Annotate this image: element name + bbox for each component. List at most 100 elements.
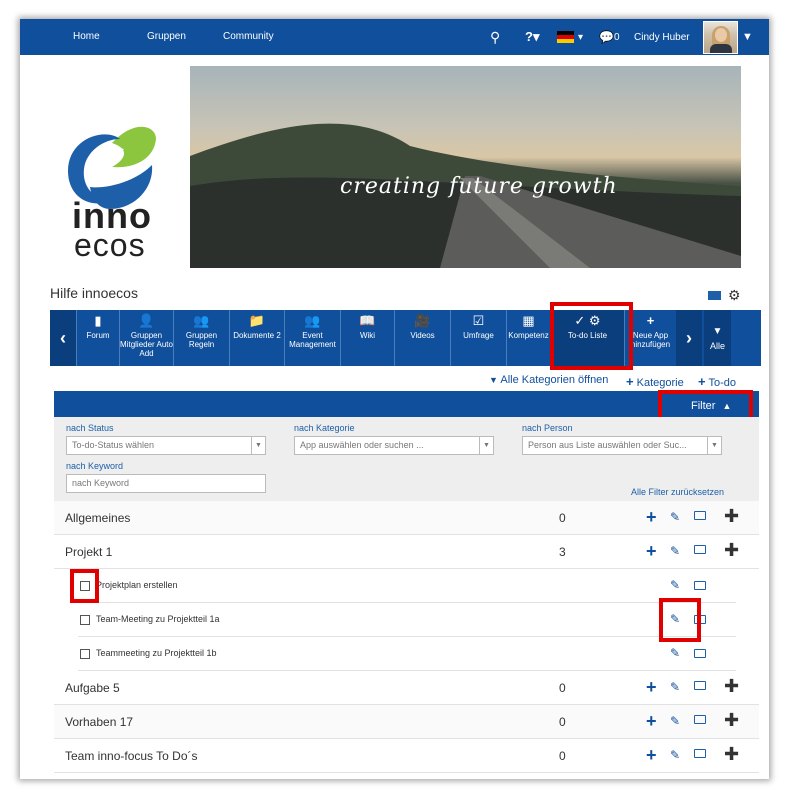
add-todo-label: To-do <box>708 377 736 389</box>
todo-row[interactable]: Teammeeting zu Projektteil 1b ✎ <box>78 637 736 671</box>
plus-icon[interactable]: + <box>646 711 657 732</box>
category-name: Team inno-focus To Do´s <box>65 749 198 763</box>
status-select[interactable]: To-do-Status wählen ▼ <box>66 436 266 455</box>
category-row[interactable]: Aufgabe 5 0 + ✎ ✚ <box>54 671 759 705</box>
chevron-left-icon[interactable]: ‹ <box>50 310 76 366</box>
pencil-icon[interactable]: ✎ <box>670 714 680 728</box>
help-icon[interactable]: ?▾ <box>525 19 539 55</box>
chevron-down-icon[interactable]: ▼ <box>742 19 753 55</box>
keyword-input[interactable]: nach Keyword <box>66 474 266 493</box>
banner-slogan: creating future growth <box>340 174 618 199</box>
category-count: 0 <box>559 715 566 729</box>
category-count: 0 <box>559 681 566 695</box>
group-icon: 👥 <box>193 313 210 328</box>
app-tile-dokumente[interactable]: 📁 Dokumente 2 <box>229 310 284 366</box>
highlight-checkbox <box>70 569 99 603</box>
move-icon[interactable]: ✚ <box>724 676 739 697</box>
todo-checkbox[interactable] <box>80 649 90 659</box>
category-name: Allgemeines <box>65 511 131 525</box>
plus-icon[interactable]: + <box>646 541 657 562</box>
banner-image: creating future growth <box>190 66 741 268</box>
category-name: Projekt 1 <box>65 545 113 559</box>
category-select[interactable]: App auswählen oder suchen ... ▼ <box>294 436 494 455</box>
pencil-icon[interactable]: ✎ <box>670 544 680 558</box>
app-tile-wiki[interactable]: 📖 Wiki <box>340 310 394 366</box>
folder-icon[interactable] <box>694 649 706 658</box>
plus-icon[interactable]: + <box>646 745 657 766</box>
app-window: Home Gruppen Community ⚲ ?▾ ▾ 💬 0 Cindy … <box>20 19 769 779</box>
pencil-icon[interactable]: ✎ <box>670 578 680 592</box>
folder-icon[interactable] <box>694 749 706 758</box>
app-tile-videos[interactable]: 🎥 Videos <box>394 310 450 366</box>
person-placeholder: Person aus Liste auswählen oder Suc... <box>528 440 687 450</box>
calendar-icon: ▦ <box>522 313 535 328</box>
app-tile-regeln[interactable]: 👥 Gruppen Regeln <box>173 310 229 366</box>
move-icon[interactable]: ✚ <box>724 540 739 561</box>
reset-filters-link[interactable]: Alle Filter zurücksetzen <box>631 487 724 497</box>
folder-icon[interactable] <box>694 545 706 554</box>
page-title: Hilfe innoecos <box>50 285 138 301</box>
app-label: Wiki <box>359 331 376 340</box>
app-tile-event[interactable]: 👥 Event Management <box>284 310 340 366</box>
folder-icon[interactable] <box>694 581 706 590</box>
language-flag-icon[interactable]: ▾ <box>557 19 583 55</box>
app-label: Videos <box>410 331 435 340</box>
pencil-icon[interactable]: ✎ <box>670 510 680 524</box>
app-tile-forum[interactable]: ▮ Forum <box>76 310 119 366</box>
mail-icon[interactable] <box>708 291 721 300</box>
plus-icon[interactable]: + <box>646 507 657 528</box>
all-apps-button[interactable]: ▼ Alle <box>704 310 731 366</box>
book-icon: 📖 <box>359 313 376 328</box>
pencil-icon[interactable]: ✎ <box>670 748 680 762</box>
folder-icon[interactable] <box>694 681 706 690</box>
app-label: Umfrage <box>463 331 494 340</box>
app-label: Kompetenz <box>508 331 549 340</box>
folder-icon[interactable] <box>694 511 706 520</box>
category-count: 3 <box>559 545 566 559</box>
all-apps-label: Alle <box>709 341 725 351</box>
move-icon[interactable]: ✚ <box>724 744 739 765</box>
search-icon[interactable]: ⚲ <box>490 19 500 55</box>
add-category-label: Kategorie <box>636 377 684 389</box>
pencil-icon[interactable]: ✎ <box>670 646 680 660</box>
status-filter-label: nach Status <box>66 423 114 433</box>
chevron-right-icon[interactable]: › <box>676 310 702 366</box>
app-tile-umfrage[interactable]: ☑ Umfrage <box>450 310 506 366</box>
add-todo-link[interactable]: + To-do <box>698 374 736 389</box>
todo-row[interactable]: Projektplan erstellen ✎ <box>78 569 736 603</box>
pencil-icon[interactable]: ✎ <box>670 680 680 694</box>
move-icon[interactable]: ✚ <box>724 710 739 731</box>
person-select[interactable]: Person aus Liste auswählen oder Suc... ▼ <box>522 436 722 455</box>
todo-row[interactable]: Team-Meeting zu Projektteil 1a ✎ <box>78 603 736 637</box>
app-label: Neue App hinzufügen <box>630 331 671 350</box>
app-label: Forum <box>86 331 110 340</box>
plus-icon[interactable]: + <box>646 677 657 698</box>
nav-home[interactable]: Home <box>73 31 100 42</box>
nav-community[interactable]: Community <box>223 31 274 42</box>
plus-icon: + <box>626 374 634 389</box>
caret-down-icon: ▼ <box>712 326 723 337</box>
chat-count: 0 <box>614 31 620 43</box>
gear-icon[interactable]: ⚙ <box>728 287 741 304</box>
folder-icon[interactable] <box>694 715 706 724</box>
move-icon[interactable]: ✚ <box>724 506 739 527</box>
chevron-down-icon: ▼ <box>251 437 265 454</box>
nav-gruppen[interactable]: Gruppen <box>147 31 186 42</box>
open-all-categories-link[interactable]: ▼ Alle Kategorien öffnen <box>489 374 608 386</box>
category-row[interactable]: Vorhaben 17 0 + ✎ ✚ <box>54 705 759 739</box>
category-count: 0 <box>559 511 566 525</box>
category-placeholder: App auswählen oder suchen ... <box>300 440 424 450</box>
chat-icon[interactable]: 💬 <box>599 19 614 55</box>
keyword-filter-label: nach Keyword <box>66 461 124 471</box>
app-tile-auto-add[interactable]: 👤 Gruppen Mitglieder Auto Add <box>119 310 173 366</box>
category-row[interactable]: Allgemeines 0 + ✎ ✚ <box>54 501 759 535</box>
app-tile-kompetenz[interactable]: ▦ Kompetenz <box>506 310 550 366</box>
category-row[interactable]: Projekt 1 3 + ✎ ✚ <box>54 535 759 569</box>
chevron-down-icon: ▼ <box>479 437 493 454</box>
user-name[interactable]: Cindy Huber <box>634 19 690 55</box>
avatar[interactable] <box>703 21 738 54</box>
todo-label: Projektplan erstellen <box>96 580 178 590</box>
todo-checkbox[interactable] <box>80 615 90 625</box>
category-row[interactable]: Team inno-focus To Do´s 0 + ✎ ✚ <box>54 739 759 773</box>
add-category-link[interactable]: + Kategorie <box>626 374 684 389</box>
